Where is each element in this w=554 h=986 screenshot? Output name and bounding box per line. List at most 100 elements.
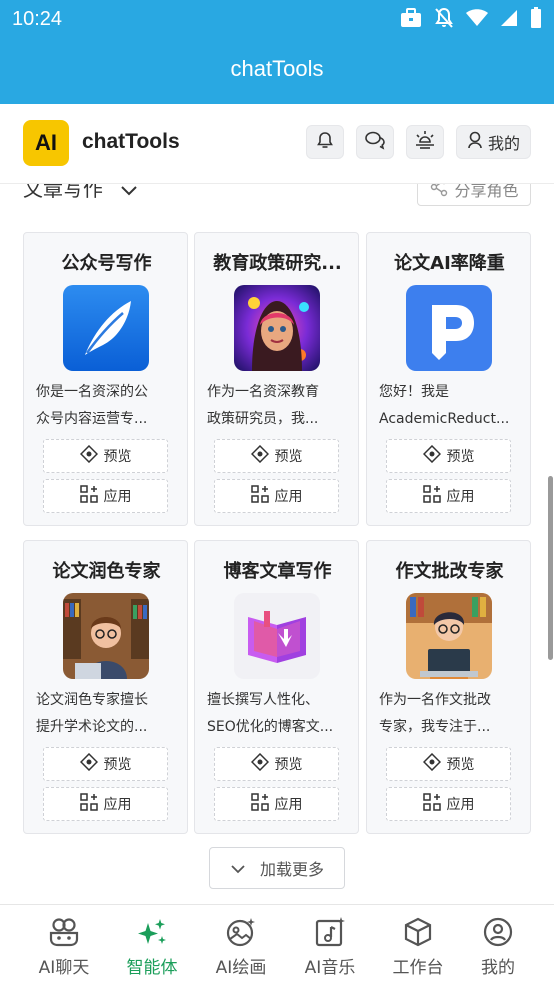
apps-icon (250, 485, 269, 507)
bell-icon (315, 130, 335, 154)
share-icon (429, 184, 449, 201)
nav-label: AI绘画 (215, 958, 267, 978)
description-line: 提升学术论文的... (36, 719, 148, 735)
p-pen-icon (406, 285, 492, 371)
apply-label: 应用 (103, 489, 132, 505)
preview-icon (79, 752, 98, 775)
preview-button[interactable]: 预览 (214, 747, 339, 781)
description-line: SEO优化的博客文... (207, 719, 334, 735)
chat-bubbles-icon (364, 130, 386, 154)
description-line: 作为一名资深教育 (207, 384, 319, 400)
nav-mine[interactable]: 我的 (454, 905, 542, 986)
apply-button[interactable]: 应用 (43, 479, 168, 513)
card-description: 论文润色专家擅长 提升学术论文的... (36, 687, 178, 741)
preview-button[interactable]: 预览 (214, 439, 339, 473)
preview-icon (79, 444, 98, 467)
sun-icon (414, 129, 436, 155)
signal-icon (500, 9, 518, 27)
chevron-down-icon[interactable] (120, 184, 138, 201)
status-bar: 10:24 (0, 0, 554, 38)
description-line: 擅长撰写人性化、 (207, 692, 319, 708)
description-line: 你是一名资深的公 (36, 384, 148, 400)
nav-workbench[interactable]: 工作台 (374, 905, 462, 986)
card-title: 论文AI率降重 (394, 253, 505, 274)
preview-icon (250, 444, 269, 467)
agent-card[interactable]: 博客文章写作 擅长撰写人性化、 SEO优化的博客文... 预览 应用 (194, 540, 359, 834)
preview-label: 预览 (274, 449, 303, 465)
app-bar: 10:24 chatTools (0, 0, 554, 104)
apply-button[interactable]: 应用 (386, 479, 511, 513)
notifications-off-icon (434, 7, 454, 29)
avatar-girl-icon (234, 285, 320, 371)
agent-card[interactable]: 论文AI率降重 您好！我是 AcademicReduct... 预览 应用 (366, 232, 531, 526)
battery-icon (530, 7, 542, 29)
nav-agents[interactable]: 智能体 (108, 905, 196, 986)
description-line: 政策研究员，我... (207, 411, 319, 427)
apply-button[interactable]: 应用 (43, 787, 168, 821)
app-title: chatTools (230, 56, 324, 81)
music-icon (314, 917, 346, 947)
apps-icon (422, 793, 441, 815)
card-description: 作为一名作文批改 专家，我专注于... (379, 687, 521, 741)
book-icon (234, 593, 320, 679)
nav-ai-painting[interactable]: AI绘画 (197, 905, 285, 986)
preview-label: 预览 (446, 757, 475, 773)
description-line: 众号内容运营专... (36, 411, 148, 427)
card-description: 擅长撰写人性化、 SEO优化的博客文... (207, 687, 349, 741)
apply-label: 应用 (446, 797, 475, 813)
apply-label: 应用 (103, 797, 132, 813)
nav-ai-music[interactable]: AI音乐 (286, 905, 374, 986)
apply-button[interactable]: 应用 (214, 479, 339, 513)
messages-button[interactable] (356, 125, 394, 159)
brand-header: AI chatTools 我的 (0, 104, 554, 184)
preview-button[interactable]: 预览 (386, 439, 511, 473)
preview-button[interactable]: 预览 (43, 439, 168, 473)
status-icons (400, 7, 542, 29)
apply-label: 应用 (274, 489, 303, 505)
scrollbar[interactable] (548, 476, 553, 660)
agent-card[interactable]: 公众号写作 你是一名资深的公 众号内容运营专... 预览 应用 (23, 232, 188, 526)
bottom-navigation: AI聊天 智能体 AI绘画 AI音乐 工作台 我的 (0, 904, 554, 986)
preview-icon (250, 752, 269, 775)
cube-icon (402, 917, 434, 947)
card-description: 你是一名资深的公 众号内容运营专... (36, 379, 178, 433)
brand-name: chatTools (82, 130, 180, 153)
notification-button[interactable] (306, 125, 344, 159)
apps-icon (250, 793, 269, 815)
apply-button[interactable]: 应用 (214, 787, 339, 821)
chat-bot-icon (48, 917, 80, 947)
description-line: 您好！我是 (379, 384, 449, 400)
card-title: 论文润色专家 (52, 561, 161, 582)
preview-icon (422, 444, 441, 467)
app-logo: AI (23, 120, 69, 166)
profile-button[interactable]: 我的 (456, 125, 531, 159)
chevron-down-icon (230, 859, 246, 878)
wifi-icon (466, 9, 488, 27)
apply-button[interactable]: 应用 (386, 787, 511, 821)
category-title[interactable]: 文章写作 (23, 184, 103, 202)
preview-label: 预览 (103, 757, 132, 773)
card-title: 教育政策研究... (213, 253, 342, 274)
student-laptop-icon (406, 593, 492, 679)
description-line: 作为一名作文批改 (379, 692, 491, 708)
preview-label: 预览 (446, 449, 475, 465)
share-label: 分享角色 (454, 184, 519, 200)
feather-icon (63, 285, 149, 371)
preview-icon (422, 752, 441, 775)
apps-icon (422, 485, 441, 507)
load-more-button[interactable]: 加载更多 (209, 847, 345, 889)
agent-card[interactable]: 教育政策研究... 作为一名资深教育 政策研究员，我... 预览 应用 (194, 232, 359, 526)
nav-ai-chat[interactable]: AI聊天 (20, 905, 108, 986)
description-line: 论文润色专家擅长 (36, 692, 148, 708)
nav-label: AI音乐 (304, 958, 356, 978)
preview-button[interactable]: 预览 (43, 747, 168, 781)
share-role-button[interactable]: 分享角色 (417, 184, 531, 206)
sparkles-icon (136, 917, 168, 947)
description-line: 专家，我专注于... (379, 719, 491, 735)
preview-button[interactable]: 预览 (386, 747, 511, 781)
apply-label: 应用 (274, 797, 303, 813)
profile-label: 我的 (487, 134, 520, 153)
theme-toggle-button[interactable] (406, 125, 444, 159)
agent-card[interactable]: 论文润色专家 论文润色专家擅长 提升学术论文的... 预览 应用 (23, 540, 188, 834)
agent-card[interactable]: 作文批改专家 作为一名作文批改 专家，我专注于... 预览 应用 (366, 540, 531, 834)
